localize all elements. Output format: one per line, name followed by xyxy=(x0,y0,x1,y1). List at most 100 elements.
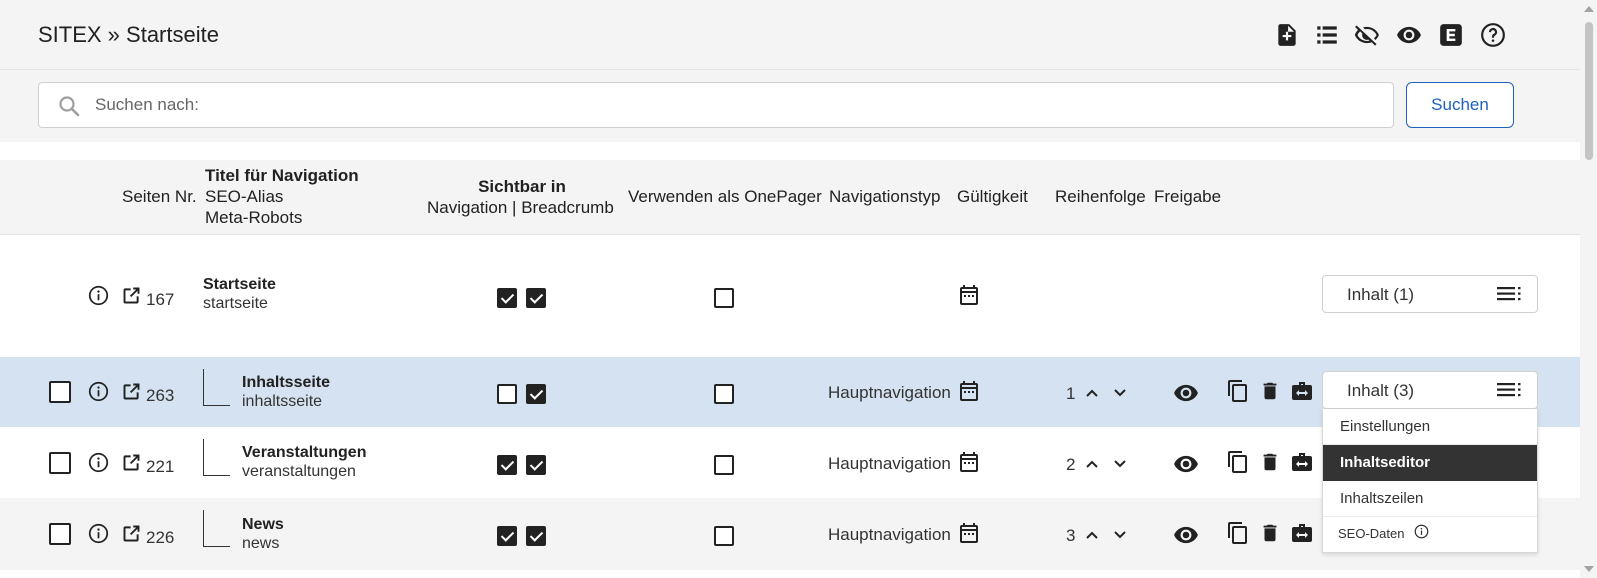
page-title-nav: Veranstaltungen xyxy=(242,444,367,461)
nav-visible-checkbox[interactable] xyxy=(497,526,517,546)
inhalt-dropdown-button[interactable]: Inhalt (1) xyxy=(1322,275,1538,313)
external-link-icon[interactable] xyxy=(121,523,142,544)
onepager-checkbox[interactable] xyxy=(714,384,734,404)
nav-visible-checkbox[interactable] xyxy=(497,288,517,308)
chevron-down-icon[interactable] xyxy=(1112,456,1128,472)
page-number: 263 xyxy=(146,386,175,405)
menu-item-einstellungen[interactable]: Einstellungen xyxy=(1323,409,1537,445)
search-input[interactable] xyxy=(95,83,1375,127)
search-button[interactable]: Suchen xyxy=(1406,82,1514,128)
list-icon[interactable] xyxy=(1314,22,1340,48)
menu-item-seo-daten-label: SEO-Daten xyxy=(1338,526,1405,541)
menu-icon xyxy=(1497,287,1523,301)
move-icon[interactable] xyxy=(1290,521,1314,545)
new-page-icon[interactable] xyxy=(1274,22,1300,48)
calendar-icon[interactable] xyxy=(957,379,981,403)
info-icon[interactable] xyxy=(88,285,109,306)
navigation-type: Hauptnavigation xyxy=(828,454,951,473)
order-number: 3 xyxy=(1066,526,1076,545)
page-number: 167 xyxy=(146,290,175,309)
page-title: SITEX » Startseite xyxy=(38,22,219,47)
calendar-icon[interactable] xyxy=(957,450,981,474)
menu-item-seo-daten[interactable]: SEO-Daten xyxy=(1323,517,1537,551)
row-select-checkbox[interactable] xyxy=(49,381,71,403)
page-alias: inhaltsseite xyxy=(242,393,323,410)
header-bar: SITEX » Startseite xyxy=(0,0,1580,70)
breadcrumb-visible-checkbox[interactable] xyxy=(526,526,546,546)
col-seiten-nr: Seiten Nr. xyxy=(122,187,197,206)
page-alias: news xyxy=(242,535,280,552)
table-row: 167 Startseite startseite Inhalt (1) xyxy=(0,235,1580,357)
col-navtyp: Navigationstyp xyxy=(829,187,941,206)
external-link-icon[interactable] xyxy=(121,285,142,306)
menu-item-inhaltseditor[interactable]: Inhaltseditor xyxy=(1323,445,1537,481)
menu-item-inhaltszeilen[interactable]: Inhaltszeilen xyxy=(1323,481,1537,517)
e-icon[interactable] xyxy=(1438,22,1464,48)
chevron-up-icon[interactable] xyxy=(1084,385,1100,401)
search-icon xyxy=(57,94,81,118)
eye-off-icon[interactable] xyxy=(1354,22,1380,48)
col-reihenfolge: Reihenfolge xyxy=(1055,187,1146,206)
inhalt-dropdown-button[interactable]: Inhalt (3) xyxy=(1322,371,1538,409)
move-icon[interactable] xyxy=(1290,450,1314,474)
page-alias: startseite xyxy=(203,295,268,312)
row-select-checkbox[interactable] xyxy=(49,452,71,474)
move-icon[interactable] xyxy=(1290,379,1314,403)
copy-icon[interactable] xyxy=(1226,379,1250,403)
row-select-checkbox[interactable] xyxy=(49,523,71,545)
copy-icon[interactable] xyxy=(1226,521,1250,545)
chevron-up-icon[interactable] xyxy=(1084,456,1100,472)
menu-icon xyxy=(1497,383,1523,397)
order-number: 2 xyxy=(1066,455,1076,474)
tree-connector xyxy=(203,510,230,547)
breadcrumb-visible-checkbox[interactable] xyxy=(526,384,546,404)
search-field xyxy=(38,82,1394,128)
onepager-checkbox[interactable] xyxy=(714,288,734,308)
eye-icon[interactable] xyxy=(1173,451,1199,477)
scrollbar[interactable] xyxy=(1580,0,1597,578)
copy-icon[interactable] xyxy=(1226,450,1250,474)
col-titel-nav: Titel für Navigation xyxy=(205,166,359,186)
chevron-down-icon[interactable] xyxy=(1112,385,1128,401)
help-icon[interactable] xyxy=(1480,22,1506,48)
scrollbar-thumb[interactable] xyxy=(1585,22,1593,160)
page-title-nav: Inhaltsseite xyxy=(242,374,331,391)
eye-icon[interactable] xyxy=(1173,380,1199,406)
info-icon[interactable] xyxy=(88,523,109,544)
external-link-icon[interactable] xyxy=(121,381,142,402)
trash-icon[interactable] xyxy=(1259,379,1281,403)
chevron-up-icon[interactable] xyxy=(1084,527,1100,543)
eye-icon[interactable] xyxy=(1396,22,1422,48)
calendar-icon[interactable] xyxy=(957,283,981,307)
col-freigabe: Freigabe xyxy=(1154,187,1222,206)
nav-visible-checkbox[interactable] xyxy=(497,384,517,404)
scroll-up-arrow[interactable] xyxy=(1584,6,1594,12)
chevron-down-icon[interactable] xyxy=(1112,527,1128,543)
order-number: 1 xyxy=(1066,384,1076,403)
page-number: 226 xyxy=(146,528,175,547)
eye-icon[interactable] xyxy=(1173,522,1199,548)
navigation-type: Hauptnavigation xyxy=(828,383,951,402)
trash-icon[interactable] xyxy=(1259,521,1281,545)
navigation-type: Hauptnavigation xyxy=(828,525,951,544)
col-titel-nav-label: Titel für Navigation xyxy=(205,166,359,185)
inhalt-label: Inhalt (3) xyxy=(1347,381,1415,400)
calendar-icon[interactable] xyxy=(957,521,981,545)
page-alias: veranstaltungen xyxy=(242,463,356,480)
page-title-nav: Startseite xyxy=(203,276,276,293)
info-icon[interactable] xyxy=(88,381,109,402)
col-seo-alias: SEO-Alias xyxy=(205,187,284,206)
trash-icon[interactable] xyxy=(1259,450,1281,474)
col-sichtbar-label: Sichtbar in xyxy=(478,177,566,196)
onepager-checkbox[interactable] xyxy=(714,455,734,475)
scroll-down-arrow[interactable] xyxy=(1584,566,1594,572)
nav-visible-checkbox[interactable] xyxy=(497,455,517,475)
external-link-icon[interactable] xyxy=(121,452,142,473)
info-icon[interactable] xyxy=(88,452,109,473)
tree-connector xyxy=(203,439,230,476)
onepager-checkbox[interactable] xyxy=(714,526,734,546)
breadcrumb-visible-checkbox[interactable] xyxy=(526,455,546,475)
tree-connector xyxy=(203,369,230,406)
breadcrumb-visible-checkbox[interactable] xyxy=(526,288,546,308)
col-onepager: Verwenden als OnePager xyxy=(628,187,822,206)
